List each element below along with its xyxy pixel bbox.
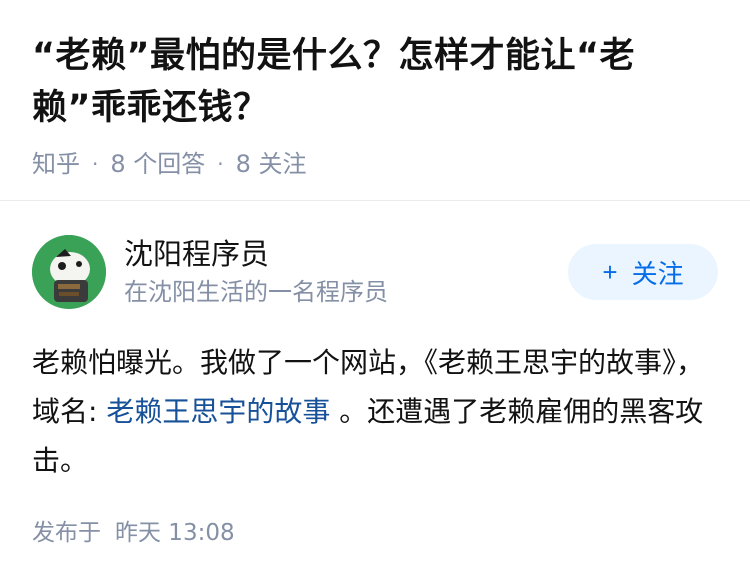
follow-label: 关注 xyxy=(631,258,684,289)
published-label: 发布于 xyxy=(32,520,101,546)
followers-count[interactable]: 8 关注 xyxy=(236,144,307,184)
answer-content: 老赖怕曝光。我做了一个网站，《老赖王思宇的故事》， 域名: 老赖王思宇的故事 。… xyxy=(32,338,722,485)
question-title[interactable]: “老赖”最怕的是什么？怎样才能让“老赖”乖乖还钱？ xyxy=(32,30,722,134)
published-time: 昨天 13:08 xyxy=(115,520,235,546)
source-label[interactable]: 知乎 xyxy=(32,144,80,184)
question-meta: 知乎 · 8 个回答 · 8 关注 xyxy=(32,144,722,184)
answer-link[interactable]: 老赖王思宇的故事 xyxy=(106,395,330,428)
answers-count[interactable]: 8 个回答 xyxy=(110,144,205,184)
divider xyxy=(0,200,750,201)
question-header: “老赖”最怕的是什么？怎样才能让“老赖”乖乖还钱？ 知乎 · 8 个回答 · 8… xyxy=(32,30,722,184)
author-bio: 在沈阳生活的一名程序员 xyxy=(124,278,388,306)
meta-separator: · xyxy=(92,152,99,176)
author-info: 沈阳程序员 在沈阳生活的一名程序员 xyxy=(124,234,568,310)
meta-separator: · xyxy=(217,152,224,176)
answer-timestamp: 发布于 昨天 13:08 xyxy=(32,514,235,552)
follow-button[interactable]: + 关注 xyxy=(568,244,718,300)
author-row: 沈阳程序员 在沈阳生活的一名程序员 + 关注 xyxy=(32,232,718,312)
author-name[interactable]: 沈阳程序员 xyxy=(124,234,568,274)
avatar-image xyxy=(32,235,106,309)
avatar[interactable] xyxy=(32,235,106,309)
plus-icon: + xyxy=(602,256,618,287)
